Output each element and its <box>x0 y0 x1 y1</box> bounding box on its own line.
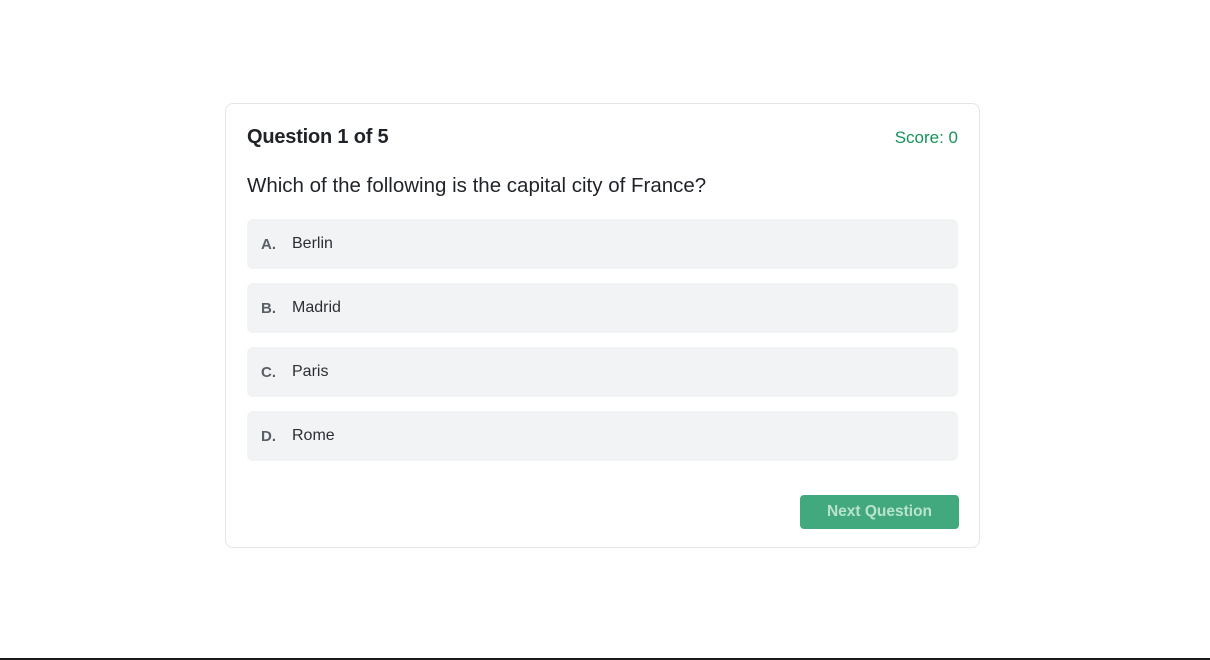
question-text: Which of the following is the capital ci… <box>247 174 707 197</box>
option-letter: A. <box>261 235 276 253</box>
option-b[interactable]: B. Madrid <box>247 283 958 333</box>
option-c[interactable]: C. Paris <box>247 347 958 397</box>
option-letter: C. <box>261 363 276 381</box>
option-a[interactable]: A. Berlin <box>247 219 958 269</box>
next-question-button[interactable]: Next Question <box>800 495 959 529</box>
question-counter: Question 1 of 5 <box>247 126 389 148</box>
option-text: Berlin <box>292 235 333 252</box>
option-text: Madrid <box>292 299 341 316</box>
option-d[interactable]: D. Rome <box>247 411 958 461</box>
option-text: Rome <box>292 427 335 444</box>
option-letter: B. <box>261 299 276 317</box>
option-letter: D. <box>261 427 276 445</box>
quiz-card: Question 1 of 5 Score: 0 Which of the fo… <box>225 103 980 548</box>
option-text: Paris <box>292 363 329 380</box>
score-display: Score: 0 <box>894 127 958 147</box>
card-header: Question 1 of 5 Score: 0 <box>247 126 958 149</box>
answer-options: A. Berlin B. Madrid C. Paris D. Rome <box>247 219 958 461</box>
